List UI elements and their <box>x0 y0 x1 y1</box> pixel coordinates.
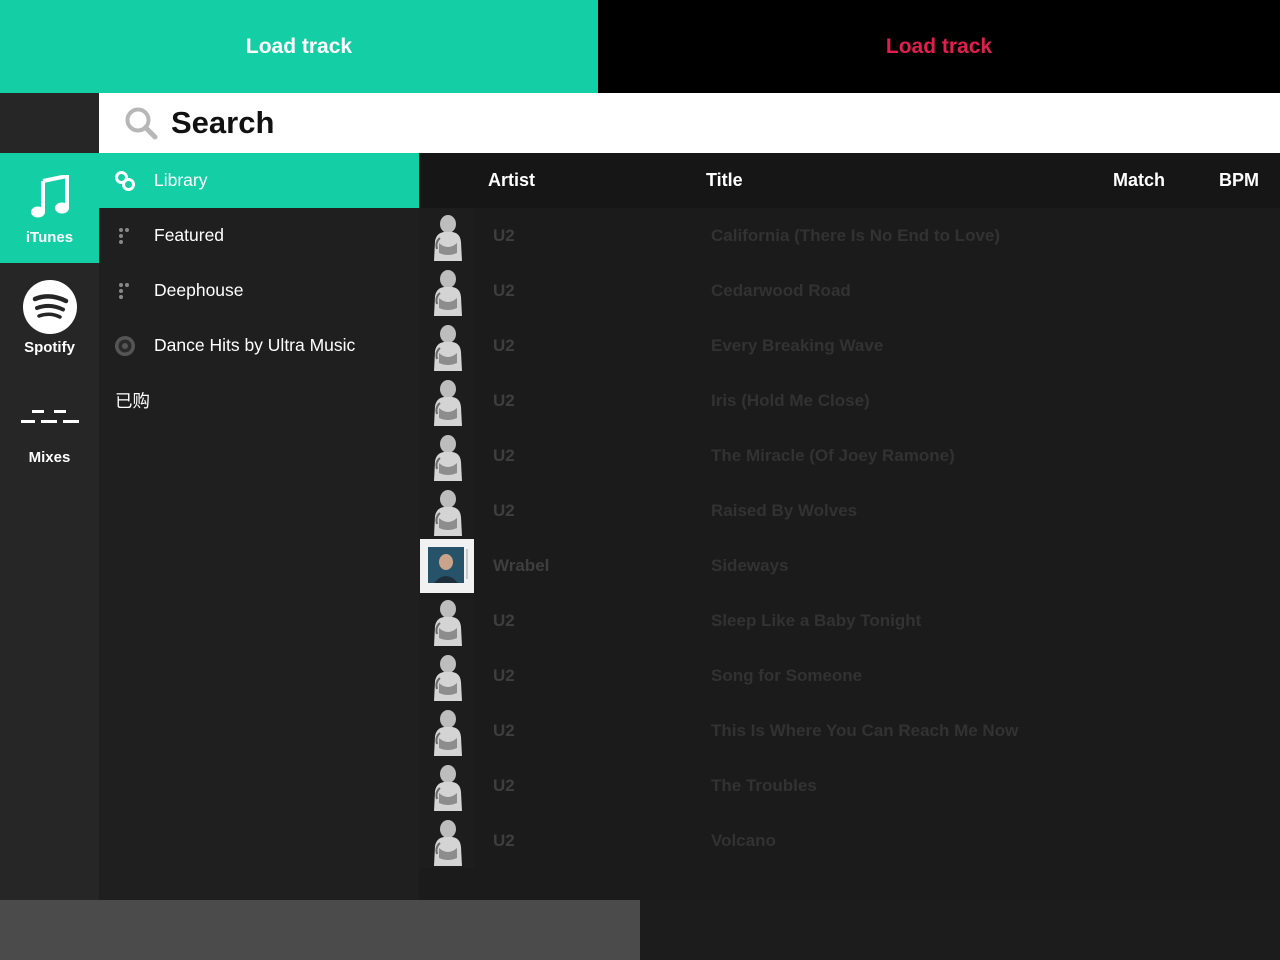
title-cell: Raised By Wolves <box>711 501 858 520</box>
table-row[interactable]: U2 Cedarwood Road <box>419 263 1280 318</box>
artist-cell: U2 <box>493 501 515 520</box>
playlist-library-label: Library <box>154 170 208 190</box>
playlist-panel: Library Featured Deephouse Dance Hits by… <box>99 153 419 900</box>
playlist-deephouse[interactable]: Deephouse <box>99 263 419 318</box>
artist-cell: U2 <box>493 666 515 685</box>
source-itunes-label: iTunes <box>25 228 74 246</box>
title-cell: Song for Someone <box>711 666 863 685</box>
table-row[interactable]: Wrabel Sideways <box>419 538 1280 593</box>
artist-cell: U2 <box>493 391 515 410</box>
load-track-deck-a-button[interactable]: Load track <box>0 0 598 93</box>
title-cell: The Troubles <box>711 776 817 795</box>
table-row[interactable]: U2 Volcano <box>419 813 1280 868</box>
column-header-title[interactable]: Title <box>706 170 743 191</box>
title-cell: Sideways <box>711 556 789 575</box>
spotify-logo-icon <box>22 279 77 334</box>
track-table: Artist Title Match BPM U2 California (The… <box>419 153 1280 900</box>
column-header-bpm[interactable]: BPM <box>1219 170 1259 191</box>
title-cell: Iris (Hold Me Close) <box>711 391 870 410</box>
table-row[interactable]: U2 California (There Is No End to Love) <box>419 208 1280 263</box>
column-header-artist[interactable]: Artist <box>488 170 535 191</box>
artist-cell: U2 <box>493 721 515 740</box>
album-art-image <box>419 648 474 703</box>
dots-icon <box>114 280 136 302</box>
title-cell: Sleep Like a Baby Tonight <box>711 611 922 630</box>
playlist-featured[interactable]: Featured <box>99 208 419 263</box>
album-art-image <box>419 483 474 538</box>
album-art-image <box>419 318 474 373</box>
playlist-dance-hits-label: Dance Hits by Ultra Music <box>154 335 356 355</box>
load-track-deck-b-label: Load track <box>885 34 993 58</box>
playlist-dance-hits[interactable]: Dance Hits by Ultra Music <box>99 318 419 373</box>
artist-cell: Wrabel <box>493 556 550 575</box>
album-art-image <box>419 208 474 263</box>
title-cell: Cedarwood Road <box>711 281 851 300</box>
album-art-image <box>419 538 474 593</box>
deck-b-waveform-area <box>640 900 1280 960</box>
playlist-featured-label: Featured <box>154 225 225 245</box>
album-art-image <box>419 813 474 868</box>
table-row[interactable]: U2 The Troubles <box>419 758 1280 813</box>
source-mixes[interactable]: Mixes <box>0 373 99 483</box>
album-art-image <box>419 428 474 483</box>
search-icon <box>124 106 158 140</box>
search-left-spacer <box>0 93 99 153</box>
table-row[interactable]: U2 This Is Where You Can Reach Me Now <box>419 703 1280 758</box>
table-body: U2 California (There Is No End to Love) U… <box>419 208 1280 868</box>
gear-icon <box>114 335 136 357</box>
album-art-image <box>419 703 474 758</box>
table-row[interactable]: U2 Iris (Hold Me Close) <box>419 373 1280 428</box>
playlist-purchased-label: 已购 <box>115 391 150 411</box>
artist-cell: U2 <box>493 831 515 850</box>
table-row[interactable]: U2 Raised By Wolves <box>419 483 1280 538</box>
search-input[interactable] <box>171 105 771 141</box>
table-row[interactable]: U2 Song for Someone <box>419 648 1280 703</box>
deck-a-waveform-area <box>0 900 640 960</box>
title-cell: Every Breaking Wave <box>711 336 884 355</box>
album-art-image <box>419 263 474 318</box>
source-sidebar: iTunes Spotify Mixes <box>0 153 99 900</box>
table-row[interactable]: U2 The Miracle (Of Joey Ramone) <box>419 428 1280 483</box>
album-art-image <box>419 593 474 648</box>
artist-cell: U2 <box>493 226 515 245</box>
table-row[interactable]: U2 Sleep Like a Baby Tonight <box>419 593 1280 648</box>
mixes-icon <box>20 391 79 443</box>
album-art-image <box>419 758 474 813</box>
album-art-image <box>419 373 474 428</box>
playlist-purchased[interactable]: 已购 <box>99 373 419 428</box>
table-header: Artist Title Match BPM <box>419 153 1280 208</box>
title-cell: The Miracle (Of Joey Ramone) <box>711 446 955 465</box>
artist-cell: U2 <box>493 336 515 355</box>
load-track-deck-b-button[interactable]: Load track <box>598 0 1280 93</box>
search-bar[interactable] <box>99 93 1280 153</box>
music-note-icon <box>30 171 70 223</box>
column-header-match[interactable]: Match <box>1113 170 1165 191</box>
source-spotify-label: Spotify <box>24 338 75 356</box>
playlist-deephouse-label: Deephouse <box>154 280 244 300</box>
dots-icon <box>114 225 136 247</box>
artist-cell: U2 <box>493 776 515 795</box>
source-mixes-label: Mixes <box>28 448 71 466</box>
artist-cell: U2 <box>493 611 515 630</box>
table-row[interactable]: U2 Every Breaking Wave <box>419 318 1280 373</box>
artist-cell: U2 <box>493 446 515 465</box>
playlist-library[interactable]: Library <box>99 153 419 208</box>
title-cell: Volcano <box>711 831 776 850</box>
source-itunes[interactable]: iTunes <box>0 153 99 263</box>
title-cell: California (There Is No End to Love) <box>711 226 1001 245</box>
load-track-deck-a-label: Load track <box>245 34 353 58</box>
title-cell: This Is Where You Can Reach Me Now <box>711 721 1019 740</box>
artist-cell: U2 <box>493 281 515 300</box>
link-icon <box>114 170 136 192</box>
source-spotify[interactable]: Spotify <box>0 263 99 373</box>
